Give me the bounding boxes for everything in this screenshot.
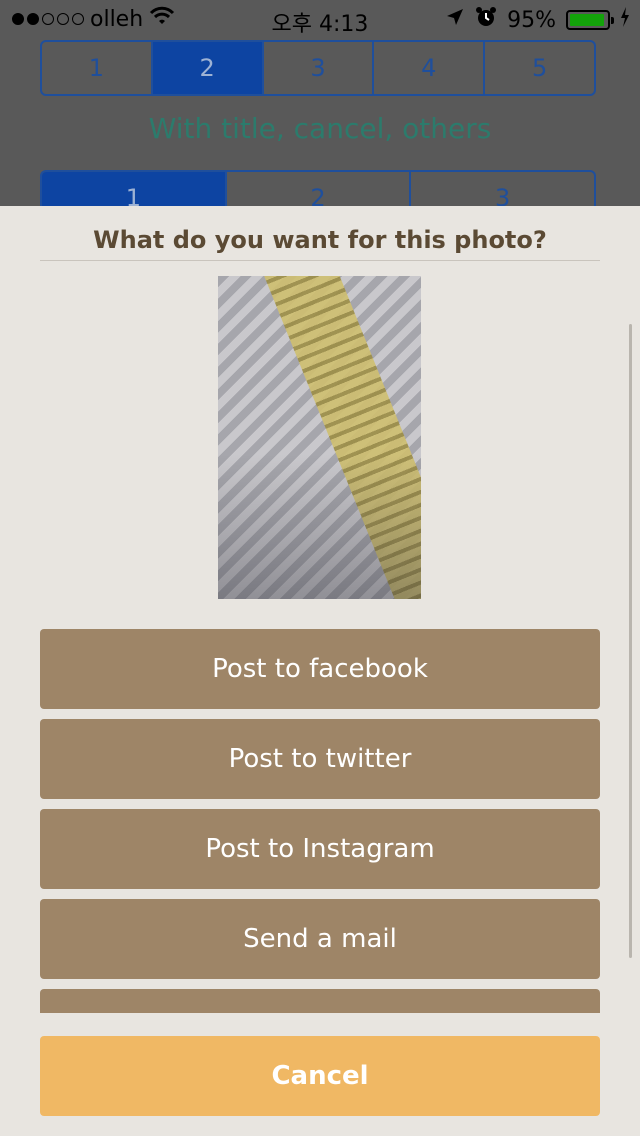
alarm-clock-icon	[475, 6, 497, 34]
post-facebook-button[interactable]: Post to facebook	[40, 629, 600, 709]
location-arrow-icon	[445, 7, 465, 33]
status-bar: olleh 오후 4:13 95%	[0, 0, 640, 40]
post-instagram-button[interactable]: Post to Instagram	[40, 809, 600, 889]
charging-bolt-icon	[620, 7, 630, 33]
scroll-indicator[interactable]	[629, 324, 632, 958]
more-button-partial[interactable]	[40, 989, 600, 1013]
battery-icon	[566, 10, 614, 30]
segment-3[interactable]: 3	[264, 42, 375, 94]
segment-4[interactable]: 4	[374, 42, 486, 94]
status-right: 95%	[445, 6, 630, 34]
cancel-button[interactable]: Cancel	[40, 1036, 600, 1116]
action-sheet: What do you want for this photo? Post to…	[0, 206, 640, 1136]
segment-2[interactable]: 2	[152, 42, 264, 94]
segmented-control-top[interactable]: 1 2 3 4 5	[40, 40, 596, 96]
photo-preview	[218, 276, 421, 599]
send-mail-button[interactable]: Send a mail	[40, 899, 600, 979]
action-sheet-title: What do you want for this photo?	[93, 226, 547, 254]
post-twitter-button[interactable]: Post to twitter	[40, 719, 600, 799]
divider	[40, 260, 600, 261]
segment-5[interactable]: 5	[485, 42, 594, 94]
section-title: With title, cancel, others	[148, 112, 492, 145]
segment-1[interactable]: 1	[42, 42, 153, 94]
battery-percent: 95%	[507, 7, 556, 33]
